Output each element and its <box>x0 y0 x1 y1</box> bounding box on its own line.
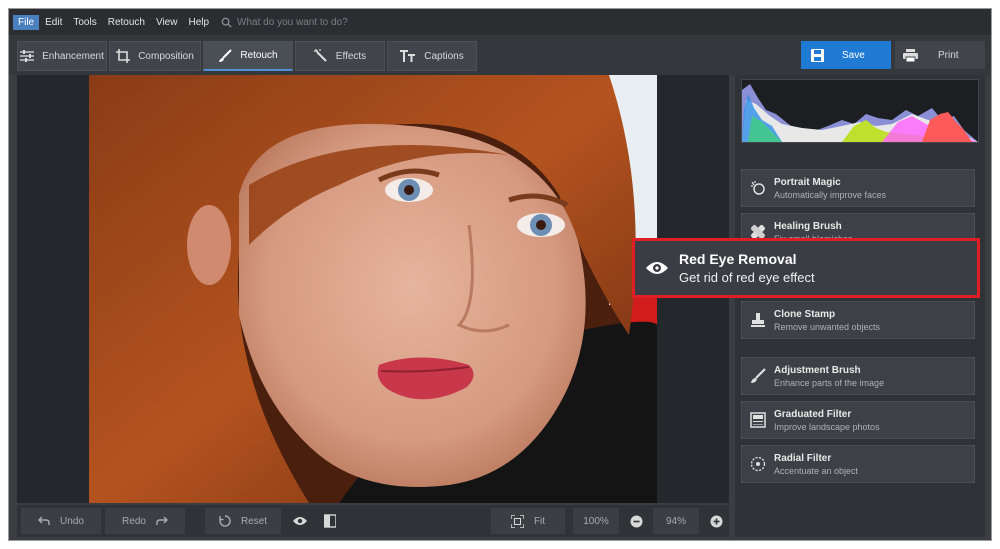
plus-circle-icon <box>710 515 722 527</box>
tool-subtitle: Accentuate an object <box>774 465 859 476</box>
tab-retouch[interactable]: Retouch <box>203 41 293 71</box>
tool-clone-stamp[interactable]: Clone Stamp Remove unwanted objects <box>741 301 975 339</box>
tool-title: Graduated Filter <box>774 408 852 420</box>
menu-file[interactable]: File <box>13 14 40 30</box>
undo-button[interactable]: Undo <box>21 508 101 534</box>
tools-panel: Portrait Magic Automatically improve fac… <box>735 75 985 537</box>
adjustment-brush-icon <box>751 368 766 383</box>
highlight-title: Red Eye Removal <box>679 251 797 267</box>
sliders-icon <box>20 50 35 62</box>
menu-retouch[interactable]: Retouch <box>103 15 150 30</box>
radial-filter-icon <box>750 456 766 472</box>
undo-label: Undo <box>60 515 84 527</box>
tool-radial-filter[interactable]: Radial Filter Accentuate an object <box>741 445 975 483</box>
brush-icon <box>219 48 233 62</box>
portrait-photo <box>89 75 657 503</box>
redo-label: Redo <box>122 515 146 527</box>
zoom-in-button[interactable] <box>705 508 727 534</box>
zoom-level-value: 94% <box>665 515 686 527</box>
fit-button[interactable]: Fit <box>491 508 565 534</box>
bottom-bar: Undo Redo Reset Fit 100% 94% <box>17 505 729 537</box>
search-box[interactable]: What do you want to do? <box>221 17 348 28</box>
image-canvas[interactable] <box>17 75 729 503</box>
tool-portrait-magic[interactable]: Portrait Magic Automatically improve fac… <box>741 169 975 207</box>
reset-icon <box>219 515 231 527</box>
reset-button[interactable]: Reset <box>205 508 281 534</box>
tool-subtitle: Automatically improve faces <box>774 189 887 200</box>
tool-graduated-filter[interactable]: Graduated Filter Improve landscape photo… <box>741 401 975 439</box>
tool-title: Adjustment Brush <box>774 364 861 376</box>
tab-label: Composition <box>138 50 194 62</box>
menu-edit[interactable]: Edit <box>40 15 67 30</box>
tab-label: Retouch <box>240 50 278 61</box>
tool-red-eye-removal[interactable]: Red Eye Removal Get rid of red eye effec… <box>632 238 980 298</box>
magic-wand-icon <box>313 49 327 62</box>
compare-toggle[interactable] <box>317 508 343 534</box>
portrait-magic-icon <box>751 181 765 195</box>
menu-view[interactable]: View <box>151 15 183 30</box>
undo-icon <box>38 516 50 525</box>
tab-enhancement[interactable]: Enhancement <box>17 41 107 71</box>
zoom-100-label: 100% <box>583 515 609 527</box>
compare-icon <box>324 514 336 528</box>
search-placeholder[interactable]: What do you want to do? <box>237 17 348 28</box>
zoom-100-button[interactable]: 100% <box>573 508 619 534</box>
menu-bar: File Edit Tools Retouch View Help What d… <box>9 9 991 35</box>
tool-subtitle: Enhance parts of the image <box>774 377 885 388</box>
save-icon <box>811 48 824 62</box>
tool-subtitle: Improve landscape photos <box>774 421 880 432</box>
tab-effects[interactable]: Effects <box>295 41 385 71</box>
tab-captions[interactable]: Captions <box>387 41 477 71</box>
tool-title: Clone Stamp <box>774 308 836 320</box>
zoom-out-button[interactable] <box>625 508 647 534</box>
tab-label: Captions <box>424 50 464 62</box>
menu-help[interactable]: Help <box>183 15 214 30</box>
search-icon <box>221 17 232 28</box>
graduated-filter-icon <box>750 412 766 428</box>
printer-icon <box>903 48 918 62</box>
toolbar: Enhancement Composition Retouch Effects … <box>9 35 991 75</box>
tool-title: Radial Filter <box>774 452 832 464</box>
highlight-subtitle: Get rid of red eye effect <box>679 270 815 285</box>
preview-toggle[interactable] <box>287 508 313 534</box>
tab-label: Enhancement <box>42 50 104 62</box>
fit-screen-icon <box>510 514 524 528</box>
reset-label: Reset <box>240 515 268 527</box>
zoom-level-field[interactable]: 94% <box>653 508 699 534</box>
tab-label: Effects <box>335 50 367 62</box>
tool-subtitle: Remove unwanted objects <box>774 321 881 332</box>
save-button[interactable]: Save <box>801 41 891 69</box>
tool-title: Portrait Magic <box>774 176 841 188</box>
clone-stamp-icon <box>751 313 765 327</box>
text-icon <box>400 50 416 62</box>
eye-icon <box>293 517 307 525</box>
menu-tools[interactable]: Tools <box>68 15 101 30</box>
tool-title: Healing Brush <box>774 220 842 232</box>
redo-icon <box>156 516 168 525</box>
redo-button[interactable]: Redo <box>105 508 185 534</box>
fit-label: Fit <box>533 515 546 527</box>
tab-composition[interactable]: Composition <box>109 41 201 71</box>
print-label: Print <box>938 49 959 61</box>
crop-icon <box>116 49 131 63</box>
print-button[interactable]: Print <box>895 41 985 69</box>
histogram <box>741 79 979 143</box>
minus-circle-icon <box>630 515 642 527</box>
tool-adjustment-brush[interactable]: Adjustment Brush Enhance parts of the im… <box>741 357 975 395</box>
save-label: Save <box>842 49 865 61</box>
eye-icon <box>646 262 668 274</box>
